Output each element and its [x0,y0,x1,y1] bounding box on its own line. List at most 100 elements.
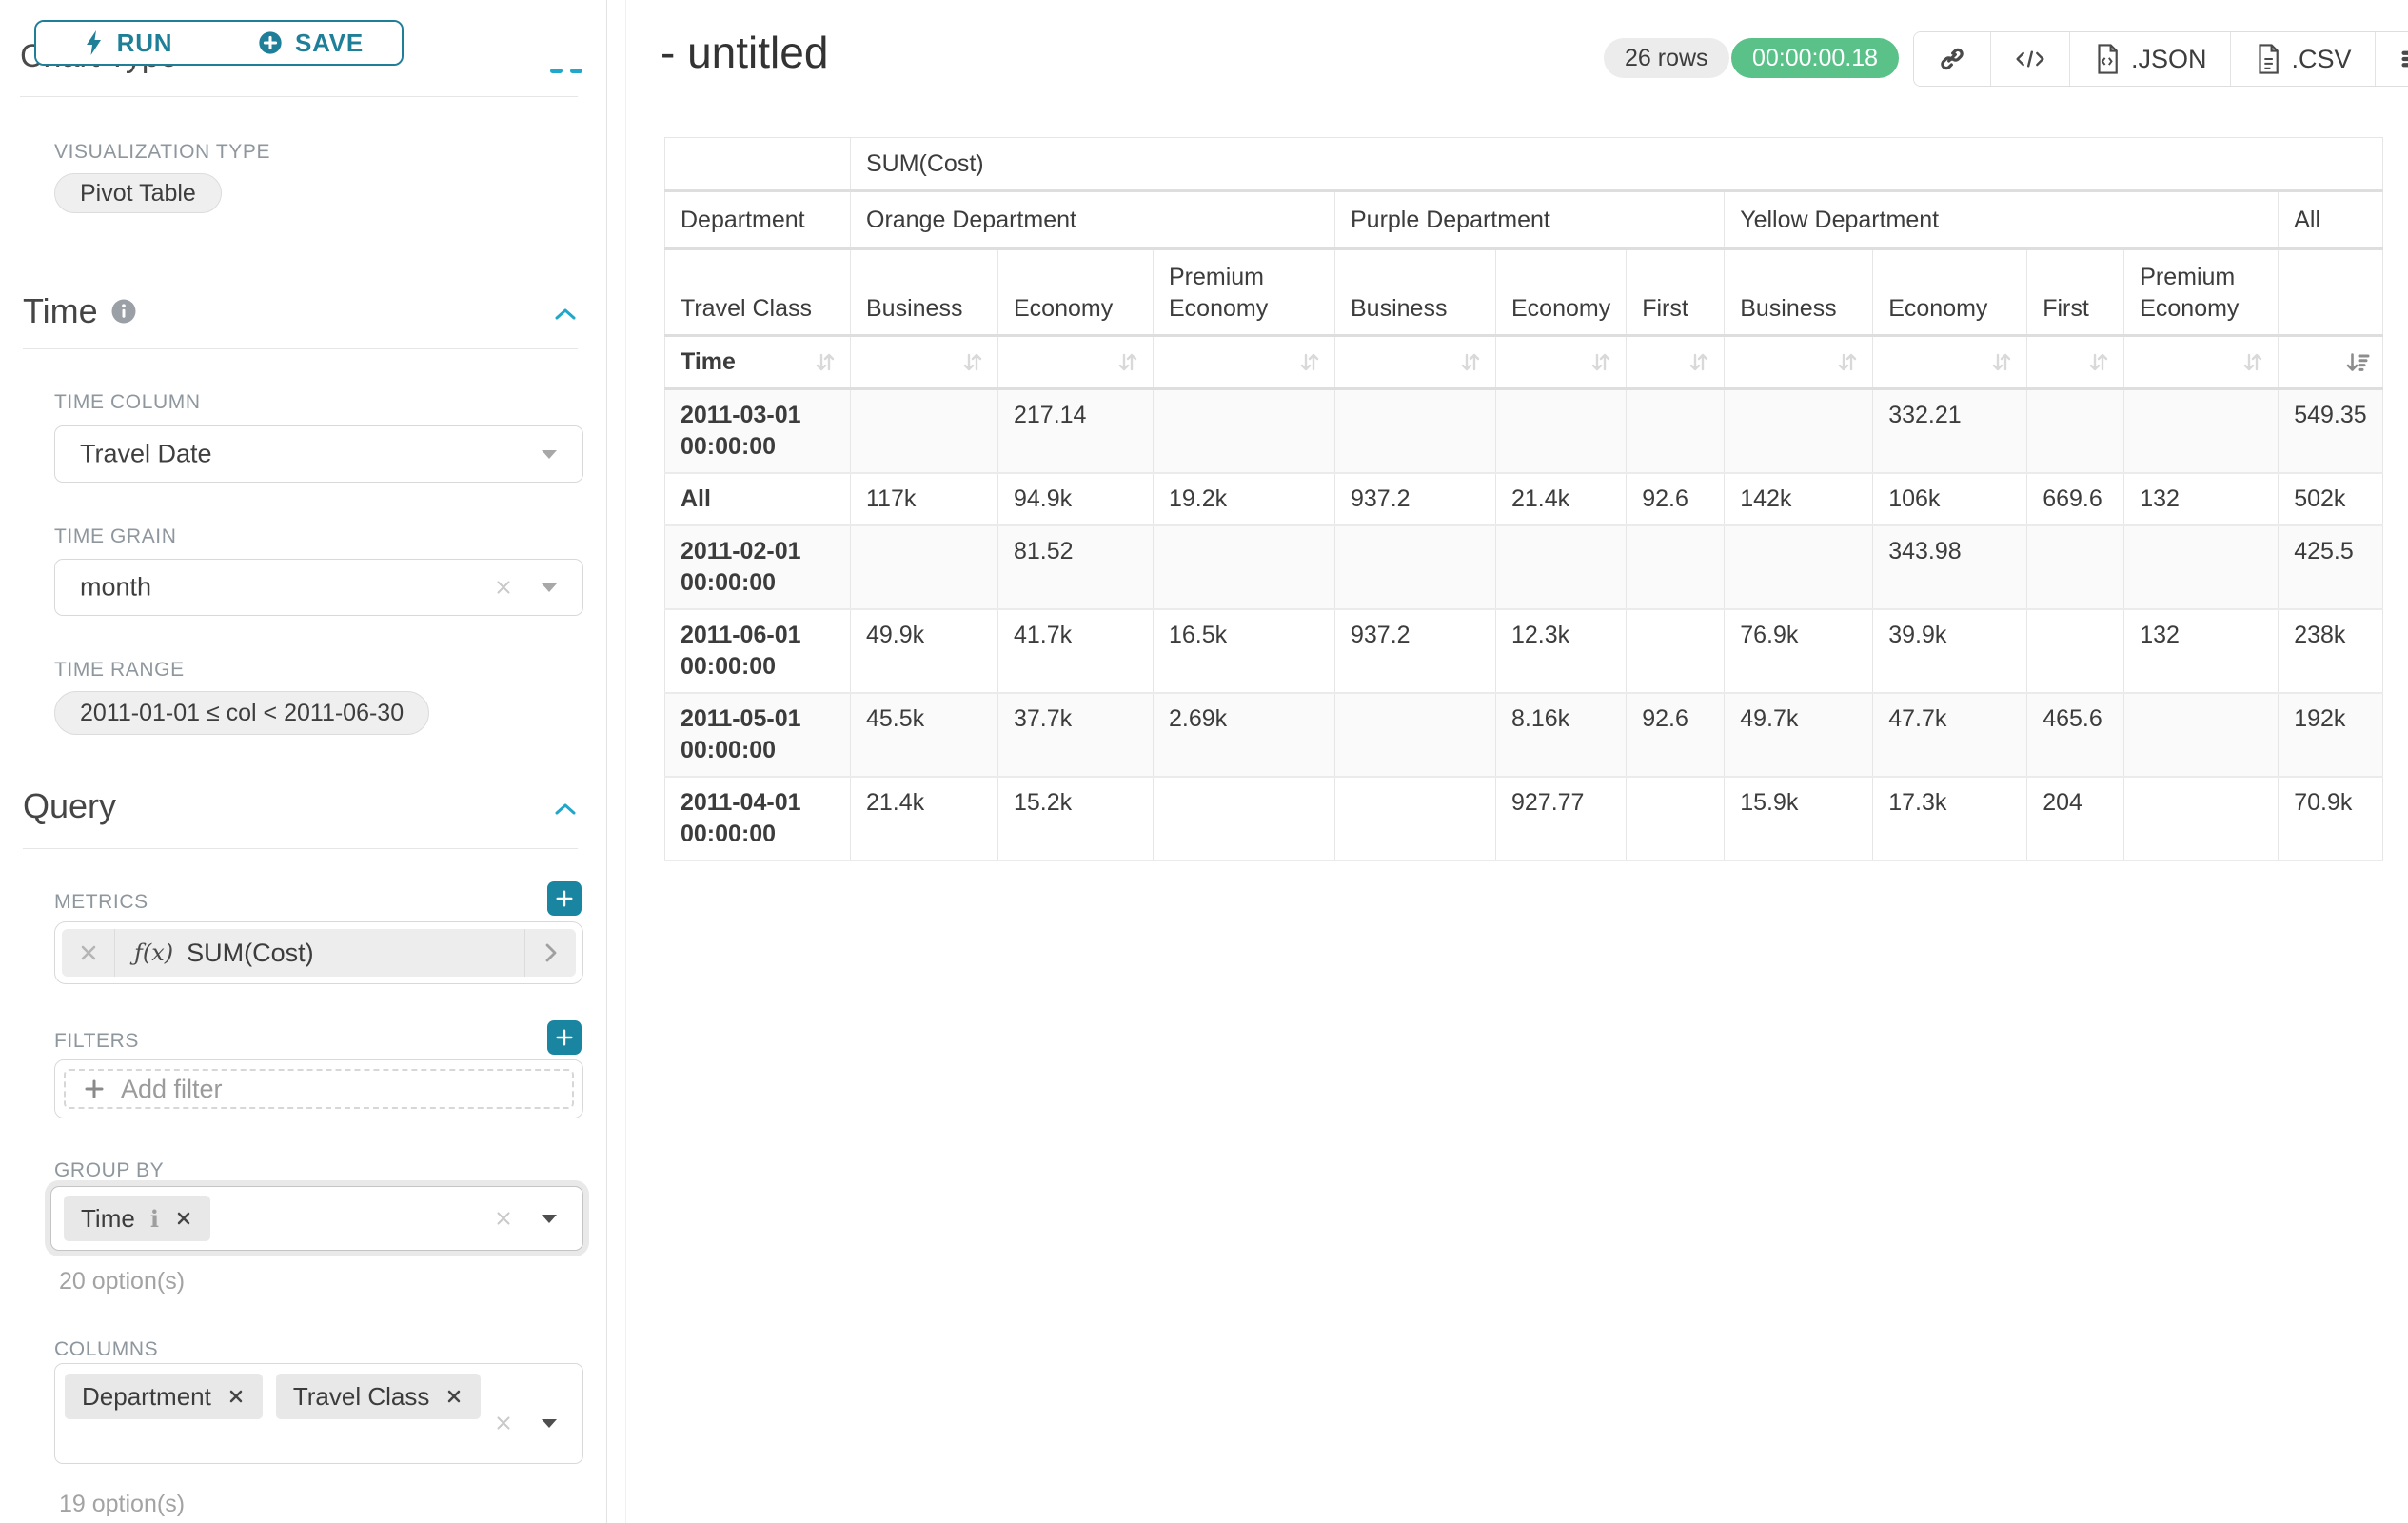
sort-icon[interactable] [957,348,988,377]
chevron-down-icon [539,580,560,595]
sort-column-header[interactable] [1725,336,1873,389]
divider [23,348,578,349]
row-count-badge: 26 rows [1604,38,1729,78]
sort-column-header[interactable] [2124,336,2279,389]
clear-columns-icon[interactable] [493,1413,514,1434]
add-filter-button[interactable]: Add filter [54,1059,583,1118]
embed-code-button[interactable] [1991,32,2070,86]
json-file-icon [2093,43,2122,75]
export-toolbar: .JSON .CSV [1913,31,2408,87]
pivot-class-header: Premium Economy [1154,249,1335,336]
pivot-value-cell [1154,525,1335,609]
tag-label: Travel Class [293,1382,430,1412]
columns-option-count: 19 option(s) [59,1491,185,1518]
metric-label: SUM(Cost) [187,939,314,968]
plus-circle-icon [257,30,284,56]
save-button[interactable]: SAVE [219,22,402,64]
time-grain-select[interactable]: month [54,559,583,616]
copy-link-button[interactable] [1914,32,1991,86]
pivot-value-cell [1335,693,1496,777]
remove-tag-icon[interactable] [444,1387,464,1406]
pivot-class-header: Economy [998,249,1154,336]
pivot-value-cell: 70.9k [2279,777,2382,860]
sort-column-header[interactable] [851,336,998,389]
pivot-group-header: Purple Department [1335,191,1725,249]
panel-resize-handle-dot[interactable] [550,69,563,73]
control-panel: Chart Type RUN SAVE VISUALIZATION TYPE P… [0,0,607,1523]
columns-tag-travel-class[interactable]: Travel Class [276,1374,482,1419]
add-filter-label: Add filter [121,1075,223,1104]
pivot-group-header: Yellow Department [1725,191,2279,249]
remove-tag-icon[interactable] [227,1387,246,1406]
group-by-tag-time[interactable]: Time i [64,1196,210,1241]
sort-descending-icon[interactable] [2342,348,2373,377]
pivot-value-cell: 192k [2279,693,2382,777]
pivot-row-dimension-header[interactable]: Time [665,336,851,389]
clear-group-by-icon[interactable] [493,1208,514,1229]
export-csv-label: .CSV [2292,45,2352,74]
pivot-data-row: 2011-03-01 00:00:00217.14332.21549.35 [665,389,2383,474]
add-metric-button[interactable] [547,881,582,916]
columns-select[interactable]: Department Travel Class [54,1363,583,1464]
pivot-value-cell [1725,389,1873,474]
chevron-down-icon[interactable] [539,1211,560,1226]
menu-button[interactable] [2376,32,2408,86]
pivot-data-row: 2011-04-01 00:00:0021.4k15.2k927.7715.9k… [665,777,2383,860]
columns-tag-department[interactable]: Department [65,1374,263,1419]
sort-column-header[interactable] [1496,336,1627,389]
export-json-label: .JSON [2131,45,2207,74]
sort-icon[interactable] [810,348,840,377]
pivot-value-cell: 41.7k [998,609,1154,693]
pivot-value-cell: 15.2k [998,777,1154,860]
pivot-value-cell: 132 [2124,473,2279,525]
pivot-value-cell: 927.77 [1496,777,1627,860]
sort-icon[interactable] [1455,348,1486,377]
expand-metric-icon[interactable] [524,929,576,977]
pivot-value-cell: 425.5 [2279,525,2382,609]
group-by-select[interactable]: Time i [50,1186,583,1251]
remove-metric-icon[interactable] [62,929,115,977]
run-button[interactable]: RUN [36,22,219,64]
sort-icon[interactable] [1113,348,1143,377]
pivot-value-cell [2124,389,2279,474]
sort-icon[interactable] [1832,348,1863,377]
sort-column-header[interactable] [998,336,1154,389]
panel-resize-handle-dot[interactable] [570,69,582,73]
pivot-table: SUM(Cost)DepartmentOrange DepartmentPurp… [664,137,2383,861]
sort-column-header[interactable] [2279,336,2382,389]
time-range-pill[interactable]: 2011-01-01 ≤ col < 2011-06-30 [54,691,429,735]
collapse-time-section-icon[interactable] [550,303,581,326]
pivot-corner-cell [665,138,851,191]
group-by-label: GROUP BY [54,1159,164,1182]
sort-column-header[interactable] [2027,336,2124,389]
pivot-value-cell: 332.21 [1873,389,2027,474]
export-json-button[interactable]: .JSON [2070,32,2231,86]
chart-area: - untitled 26 rows 00:00:00.18 [626,0,2408,1523]
sort-column-header[interactable] [1154,336,1335,389]
sort-icon[interactable] [1986,348,2017,377]
collapse-query-section-icon[interactable] [550,798,581,821]
sort-column-header[interactable] [1873,336,2027,389]
sort-icon[interactable] [1294,348,1325,377]
metric-pill: ƒ(x) SUM(Cost) [62,929,576,977]
pivot-class-header: Premium Economy [2124,249,2279,336]
sort-icon[interactable] [2083,348,2114,377]
remove-tag-icon[interactable] [174,1209,193,1228]
sort-column-header[interactable] [1335,336,1496,389]
metric-item[interactable]: ƒ(x) SUM(Cost) [54,921,583,984]
chart-title[interactable]: - untitled [661,27,828,78]
chevron-down-icon[interactable] [539,1415,560,1431]
sort-icon[interactable] [1684,348,1714,377]
clear-time-grain-icon[interactable] [493,577,514,598]
pivot-value-cell: 17.3k [1873,777,2027,860]
chevron-down-icon [539,446,560,462]
sort-icon[interactable] [2238,348,2268,377]
sort-column-header[interactable] [1627,336,1725,389]
pivot-value-cell: 21.4k [851,777,998,860]
time-column-select[interactable]: Travel Date [54,425,583,483]
add-filter-plus-button[interactable] [547,1020,582,1055]
visualization-type-pill[interactable]: Pivot Table [54,173,222,213]
sort-icon[interactable] [1586,348,1616,377]
time-column-value: Travel Date [80,440,212,469]
export-csv-button[interactable]: .CSV [2231,32,2376,86]
